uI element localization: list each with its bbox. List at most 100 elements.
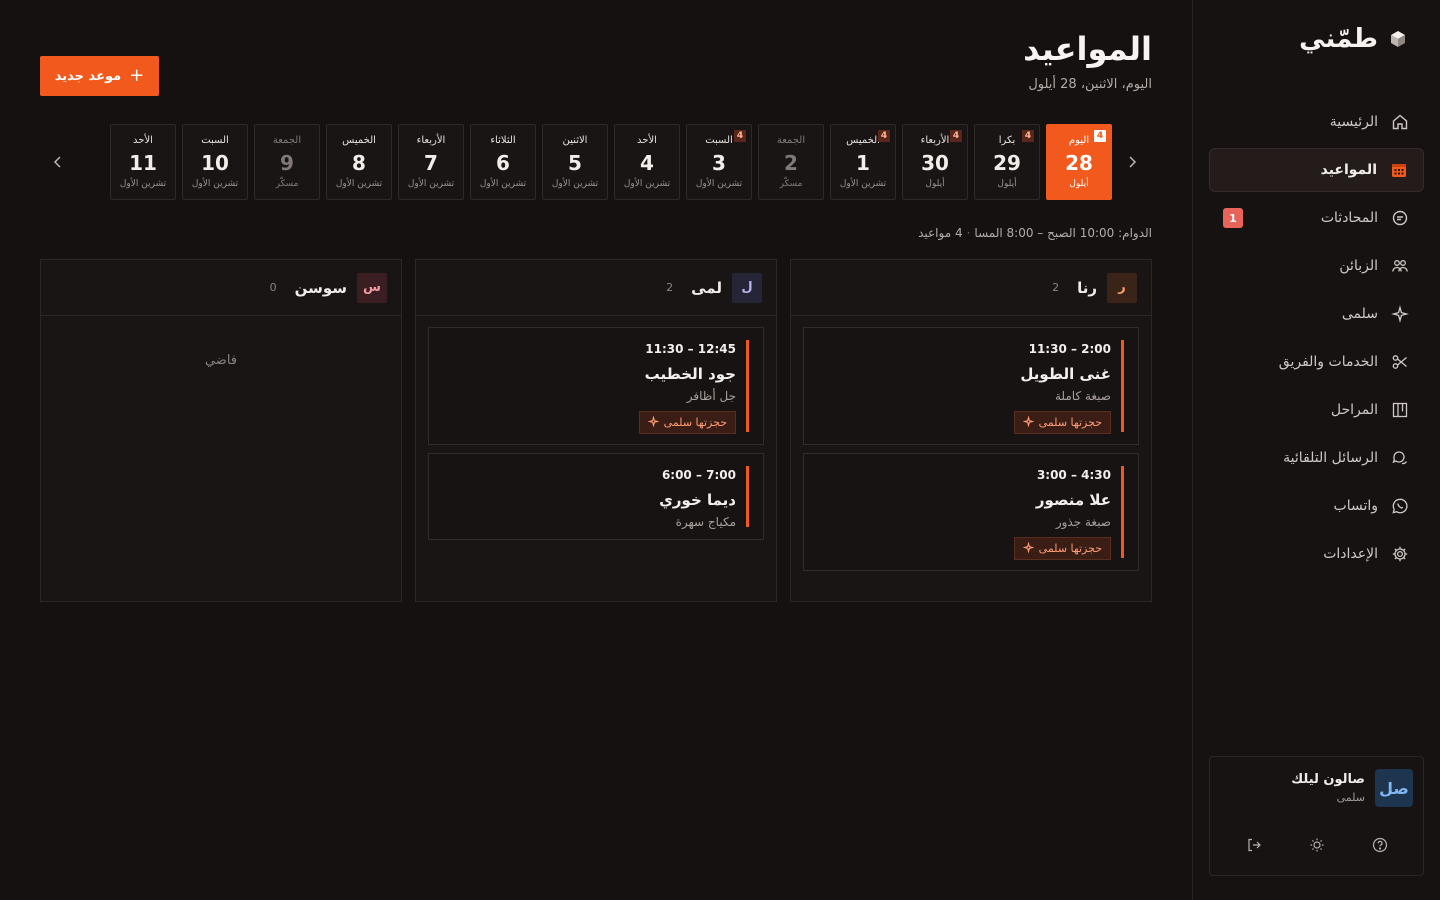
staff-avatar: س [357,272,387,303]
appointment-card[interactable]: 11:30 – 2:00 غنى الطويل صبغة كاملة حجزتها س… [803,327,1139,445]
appointment-service: صبغة جذور [1055,515,1111,529]
nav-label: الرسائل التلقائية [1283,450,1378,466]
day-cell[interactable]: الأحد 11 تشرين الأول [110,124,176,200]
appointment-client: جود الخطيب [644,365,736,383]
appointment-card[interactable]: 3:00 – 4:30 علا منصور صبغة جذور حجزتها سلمى [803,453,1139,571]
nav-item-clients[interactable]: الزبائن [1209,244,1424,288]
nav-item-conversations[interactable]: المحادثات 1 [1209,196,1424,240]
appointment-card[interactable]: 6:00 – 7:00 ديما خوري مكياج سهرة [428,453,764,540]
appointment-service: جل أظافر [686,389,736,403]
day-cell[interactable]: الأربعاء 7 تشرين الأول [398,124,464,200]
appointment-time: 11:30 – 2:00 [1028,342,1111,356]
booked-by-ai-tag: حجزتها سلمى [638,411,736,434]
day-cell[interactable]: الأحد 4 تشرين الأول [614,124,680,200]
date-strip: اليوم 28 أيلول 4 بكرا 29 أيلول 4 الأربعاء 30 أيلول… [40,124,1152,200]
appointment-service: صبغة كاملة [1054,389,1111,403]
gear-icon [1390,544,1410,564]
day-name: الأربعاء [920,135,950,146]
day-number: 29 [993,151,1021,175]
appointments-count: 4 مواعيد [918,226,963,240]
tag-label: حجزتها سلمى [1038,542,1102,555]
day-cell[interactable]: السبت 10 تشرين الأول [182,124,248,200]
plus-icon: + [129,65,145,86]
logout-icon[interactable] [1242,833,1266,857]
day-cell[interactable]: الاثنين 5 تشرين الأول [542,124,608,200]
hours-text: الدوام: 10:00 الصبح – 8:00 المسا [974,226,1152,240]
nav-item-stages[interactable]: المراحل [1209,388,1424,432]
day-cell[interactable]: الثلاثاء 6 تشرين الأول [470,124,536,200]
nav-item-home[interactable]: الرئيسية [1209,100,1424,144]
day-number: 7 [424,151,438,175]
cube-logo-icon [1388,29,1408,49]
sparkle-icon [647,414,660,430]
staff-appointments: فاضي [41,316,401,379]
sparkle-icon [1022,540,1035,556]
day-name: الاثنين [562,135,588,146]
home-icon [1390,112,1410,132]
chat-icon [1390,208,1410,228]
sidebar: طمّني الرئيسية المواعيد المحادثات 1 الزب… [1192,0,1440,900]
new-appointment-label: موعد جديد [54,68,122,84]
day-cell[interactable]: السبت 3 تشرين الأول 4 [686,124,752,200]
staff-header: ر رنا 2 [791,260,1151,316]
main-nav: الرئيسية المواعيد المحادثات 1 الزبائن سل… [1209,100,1424,580]
new-appointment-button[interactable]: + موعد جديد [40,56,159,96]
day-number: 9 [280,151,294,175]
day-number: 8 [352,151,366,175]
org-avatar[interactable]: صل [1375,769,1413,807]
day-number: 5 [568,151,582,175]
nav-item-settings[interactable]: الإعدادات [1209,532,1424,576]
day-cell[interactable]: الجمعة 9 مسكّر [254,124,320,200]
day-cell[interactable]: الأربعاء 30 أيلول 4 [902,124,968,200]
day-number: 3 [712,151,726,175]
org-card: صل صالون ليلك سلمى [1209,756,1424,876]
staff-header: ل لمى 2 [416,260,776,316]
day-cell[interactable]: الجمعة 2 مسكّر [758,124,824,200]
chevron-right-icon[interactable] [1118,148,1146,176]
brand[interactable]: طمّني [1299,24,1408,54]
appointment-client: ديما خوري [659,491,736,509]
staff-appointment-count: 0 [269,281,277,294]
nav-label: المواعيد [1320,162,1377,178]
day-cell[interactable]: اليوم 28 أيلول 4 [1046,124,1112,200]
org-actions [1210,833,1423,857]
day-cell[interactable]: بكرا 29 أيلول 4 [974,124,1040,200]
day-month: تشرين الأول [551,179,599,189]
day-appointment-count: 4 [734,130,746,142]
working-hours: الدوام: 10:00 الصبح – 8:00 المسا·4 مواعي… [918,226,1152,240]
nav-item-appointments[interactable]: المواعيد [1209,148,1424,192]
day-name: الجمعة [272,135,302,146]
staff-columns: ر رنا 2 11:30 – 2:00 غنى الطويل صبغة كاملة حجز… [40,259,1152,602]
day-month: تشرين الأول [623,179,671,189]
day-name: السبت [705,135,733,146]
day-number: 4 [640,151,654,175]
nav-item-whatsapp[interactable]: واتساب [1209,484,1424,528]
nav-item-auto-messages[interactable]: الرسائل التلقائية [1209,436,1424,480]
day-number: 28 [1065,151,1093,175]
day-month: أيلول [997,179,1017,189]
day-cell[interactable]: الخميس 1 تشرين الأول 4 [830,124,896,200]
day-number: 30 [921,151,949,175]
appointment-card[interactable]: 11:30 – 12:45 جود الخطيب جل أظافر حجزتها سل… [428,327,764,445]
staff-avatar: ر [1107,272,1137,303]
help-icon[interactable] [1368,833,1392,857]
day-list: اليوم 28 أيلول 4 بكرا 29 أيلول 4 الأربعاء 30 أيلول… [110,124,1112,200]
staff-appointment-count: 2 [666,281,674,294]
day-cell[interactable]: الخميس 8 تشرين الأول [326,124,392,200]
nav-item-salma[interactable]: سلمى [1209,292,1424,336]
booked-by-ai-tag: حجزتها سلمى [1013,537,1111,560]
staff-header: س سوسن 0 [41,260,401,316]
day-name: الأربعاء [416,135,446,146]
whatsapp-icon [1390,496,1410,516]
day-name: الثلاثاء [490,135,516,146]
chevron-left-icon[interactable] [44,148,72,176]
staff-appointments: 11:30 – 12:45 جود الخطيب جل أظافر حجزتها سل… [416,316,776,559]
appointment-client: غنى الطويل [1020,365,1111,383]
appointment-service: مكياج سهرة [675,515,736,529]
main-content: المواعيد اليوم، الاثنين، 28 أيلول + موعد… [40,0,1152,900]
staff-column: ل لمى 2 11:30 – 12:45 جود الخطيب جل أظافر حجزت… [415,259,777,602]
staff-name: سوسن [294,278,347,297]
nav-item-services-team[interactable]: الخدمات والفريق [1209,340,1424,384]
page-subtitle: اليوم، الاثنين، 28 أيلول [1028,77,1152,92]
sun-theme-icon[interactable] [1305,833,1329,857]
